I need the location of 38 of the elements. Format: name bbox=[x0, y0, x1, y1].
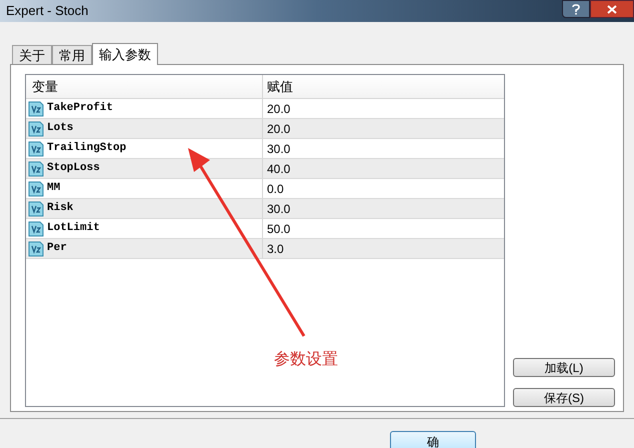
variable-value: 30.0 bbox=[266, 200, 292, 218]
variable-name: MM bbox=[47, 181, 60, 196]
column-header[interactable]: 变量 bbox=[26, 75, 263, 98]
side-button[interactable]: 保存(S) bbox=[513, 388, 615, 407]
tab[interactable]: 关于 bbox=[12, 45, 52, 64]
variable-name: Risk bbox=[47, 201, 74, 216]
variable-value: 3.0 bbox=[266, 240, 285, 258]
close-icon bbox=[607, 4, 617, 14]
variable-value: 30.0 bbox=[266, 140, 292, 158]
help-button[interactable] bbox=[562, 0, 590, 18]
variable-name: StopLoss bbox=[47, 161, 100, 176]
variable-icon bbox=[28, 200, 44, 216]
variable-value: 20.0 bbox=[266, 100, 292, 118]
side-button[interactable]: 加载(L) bbox=[513, 358, 615, 377]
annotation-text: 参数设置 bbox=[274, 350, 338, 370]
variable-icon bbox=[28, 140, 44, 156]
variable-value: 0.0 bbox=[266, 180, 285, 198]
variable-value: 40.0 bbox=[266, 160, 292, 178]
variable-name: Lots bbox=[47, 121, 74, 136]
variable-icon bbox=[28, 120, 44, 136]
close-button[interactable] bbox=[590, 0, 634, 18]
variable-icon bbox=[28, 220, 44, 236]
tab[interactable]: 输入参数 bbox=[92, 43, 158, 65]
window-title: Expert - Stoch bbox=[6, 2, 88, 20]
variable-value: 50.0 bbox=[266, 220, 292, 238]
column-header[interactable]: 赋值 bbox=[263, 75, 504, 98]
variable-icon bbox=[28, 160, 44, 176]
variable-name: TrailingStop bbox=[47, 141, 126, 156]
variable-icon bbox=[28, 240, 44, 256]
variable-value: 20.0 bbox=[266, 120, 292, 138]
help-icon bbox=[572, 4, 580, 14]
variable-name: LotLimit bbox=[47, 221, 100, 236]
footer-button[interactable]: 确 bbox=[390, 431, 476, 448]
tab[interactable]: 常用 bbox=[52, 45, 92, 64]
variable-name: TakeProfit bbox=[47, 100, 114, 116]
variable-icon bbox=[28, 180, 44, 196]
variable-name: Per bbox=[47, 241, 67, 256]
variable-icon bbox=[28, 100, 44, 116]
